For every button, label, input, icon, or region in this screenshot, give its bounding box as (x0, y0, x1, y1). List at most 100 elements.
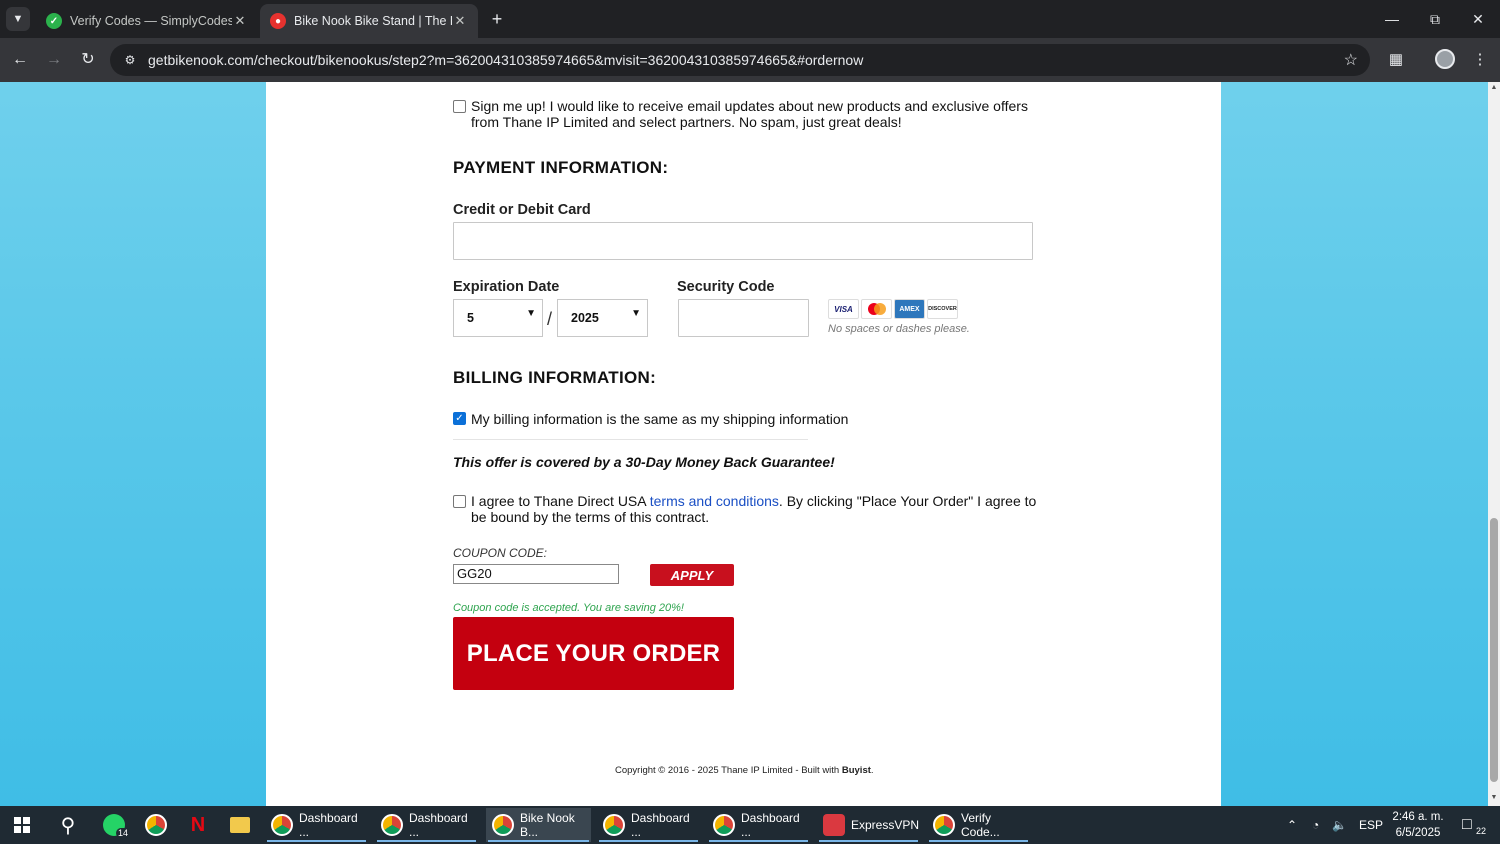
clock-time: 2:46 a. m. (1392, 811, 1444, 823)
money-back-guarantee: This offer is covered by a 30-Day Money … (453, 454, 835, 470)
billing-same-text: My billing information is the same as my… (471, 411, 849, 427)
signup-checkbox[interactable] (453, 100, 466, 113)
profile-avatar[interactable] (1435, 49, 1455, 69)
notifications-badge: 22 (1474, 826, 1489, 836)
site-settings-icon[interactable]: ⚙ (120, 53, 140, 67)
expiration-month-select[interactable]: 5 ▼ (453, 299, 543, 337)
taskbar-app-label: Verify Code... (961, 811, 1000, 839)
terms-prefix: I agree to Thane Direct USA (471, 493, 650, 509)
chrome-icon (492, 814, 514, 836)
taskbar-app-label: ExpressVPN (851, 818, 920, 832)
tab-search-chevron-icon[interactable]: ▼ (6, 7, 30, 31)
close-tab-icon[interactable]: ✕ (452, 13, 468, 29)
checkout-page: Sign me up! I would like to receive emai… (266, 82, 1221, 806)
coupon-code-label: COUPON CODE: (453, 546, 548, 560)
buyist-brand: Buyist (841, 765, 871, 776)
minimize-icon[interactable]: — (1370, 0, 1414, 38)
extensions-puzzle-icon[interactable]: ▦ (1384, 48, 1408, 72)
chrome-icon (271, 814, 293, 836)
taskbar-app-dashboard-4[interactable]: Dashboard ... (707, 808, 810, 842)
back-arrow-icon[interactable]: ← (8, 48, 32, 72)
chrome-icon (933, 814, 955, 836)
divider (453, 439, 808, 440)
mastercard-icon (861, 299, 892, 319)
simplycodes-favicon-icon: ✓ (46, 13, 62, 29)
windows-taskbar: ⚲ 14 N Dashboard ... Dashboard ... Bike … (0, 806, 1500, 844)
chrome-icon (713, 814, 735, 836)
billing-section-title: BILLING INFORMATION: (453, 368, 657, 387)
file-explorer-icon[interactable] (228, 813, 252, 837)
coupon-code-input[interactable]: GG20 (453, 564, 619, 584)
coupon-success-message: Coupon code is accepted. You are saving … (453, 602, 684, 614)
taskbar-app-dashboard-2[interactable]: Dashboard ... (375, 808, 478, 842)
clock-date: 6/5/2025 (1395, 827, 1441, 839)
expiration-year-select[interactable]: 2025 ▼ (557, 299, 648, 337)
search-icon[interactable]: ⚲ (56, 813, 80, 837)
tab-verify-codes[interactable]: ✓ Verify Codes — SimplyCodes ✕ (36, 4, 258, 38)
page-scrollbar[interactable]: ▲ ▼ (1488, 82, 1500, 806)
bike-nook-favicon-icon: ● (270, 13, 286, 29)
browser-tab-strip: ▼ ✓ Verify Codes — SimplyCodes ✕ ● Bike … (0, 0, 1500, 38)
address-bar[interactable]: ⚙ getbikenook.com/checkout/bikenookus/st… (110, 44, 1370, 76)
reload-icon[interactable]: ↻ (76, 48, 100, 72)
discover-icon: DISCOVER (927, 299, 958, 319)
date-separator: / (547, 309, 553, 329)
folder-shape (230, 817, 250, 833)
taskbar-app-label: Dashboard ... (409, 811, 468, 839)
chrome-icon (603, 814, 625, 836)
card-hint: No spaces or dashes please. (828, 323, 970, 335)
scroll-thumb[interactable] (1490, 518, 1498, 782)
expiration-year-value: 2025 (571, 311, 599, 325)
netflix-icon[interactable]: N (186, 813, 210, 837)
chevron-down-icon: ▼ (526, 308, 536, 319)
scroll-up-icon[interactable]: ▲ (1490, 84, 1498, 91)
taskbar-app-expressvpn[interactable]: ExpressVPN (817, 808, 920, 842)
security-code-label: Security Code (677, 279, 775, 295)
taskbar-app-verify-codes[interactable]: Verify Code... (927, 808, 1030, 842)
chrome-icon (381, 814, 403, 836)
bookmark-star-icon[interactable]: ☆ (1344, 50, 1358, 70)
terms-link[interactable]: terms and conditions (650, 493, 779, 509)
copyright-text: Copyright © 2016 - 2025 Thane IP Limited… (615, 765, 842, 776)
taskbar-app-bike-nook[interactable]: Bike Nook B... (486, 808, 591, 842)
taskbar-app-dashboard-1[interactable]: Dashboard ... (265, 808, 368, 842)
visa-icon: VISA (828, 299, 859, 319)
terms-checkbox[interactable] (453, 495, 466, 508)
new-tab-plus-icon[interactable]: + (486, 8, 508, 30)
tab-title: Verify Codes — SimplyCodes (70, 14, 232, 28)
forward-arrow-icon[interactable]: → (42, 48, 66, 72)
chrome-logo (145, 814, 167, 836)
terms-text: I agree to Thane Direct USA terms and co… (471, 493, 1041, 525)
tab-bike-nook[interactable]: ● Bike Nook Bike Stand | The Brill ✕ (260, 4, 478, 38)
window-close-icon[interactable]: ✕ (1456, 0, 1500, 38)
expressvpn-icon (823, 814, 845, 836)
language-indicator[interactable]: ESP (1359, 806, 1383, 844)
amex-icon: AMEX (894, 299, 925, 319)
show-hidden-icons-chevron-icon[interactable]: ⌃ (1287, 806, 1297, 844)
restore-icon[interactable]: ⧉ (1413, 0, 1457, 38)
card-number-input[interactable] (453, 222, 1033, 260)
browser-menu-icon[interactable]: ⋮ (1468, 48, 1492, 72)
expiration-date-label: Expiration Date (453, 279, 560, 295)
chrome-pinned-icon[interactable] (144, 813, 168, 837)
taskbar-app-label: Bike Nook B... (520, 811, 575, 839)
page-viewport: Sign me up! I would like to receive emai… (0, 82, 1488, 806)
taskbar-app-label: Dashboard ... (299, 811, 358, 839)
volume-icon[interactable]: 🔈 (1332, 806, 1347, 844)
security-code-input[interactable] (678, 299, 809, 337)
billing-same-checkbox[interactable]: ✓ (453, 412, 466, 425)
windows-start-icon[interactable] (10, 813, 34, 837)
close-tab-icon[interactable]: ✕ (232, 13, 248, 29)
wifi-icon[interactable]: ◔ (1312, 806, 1319, 844)
system-clock[interactable]: 2:46 a. m. 6/5/2025 (1390, 809, 1446, 841)
url-text[interactable]: getbikenook.com/checkout/bikenookus/step… (148, 52, 863, 68)
notifications-icon[interactable]: □ (1462, 806, 1472, 844)
chevron-down-icon: ▼ (631, 308, 641, 319)
place-order-button[interactable]: PLACE YOUR ORDER (453, 617, 734, 690)
taskbar-app-label: Dashboard ... (741, 811, 800, 839)
card-number-label: Credit or Debit Card (453, 202, 591, 218)
apply-coupon-button[interactable]: APPLY (650, 564, 734, 586)
taskbar-app-dashboard-3[interactable]: Dashboard ... (597, 808, 700, 842)
scroll-down-icon[interactable]: ▼ (1490, 794, 1498, 801)
copyright-suffix: . (870, 765, 874, 776)
